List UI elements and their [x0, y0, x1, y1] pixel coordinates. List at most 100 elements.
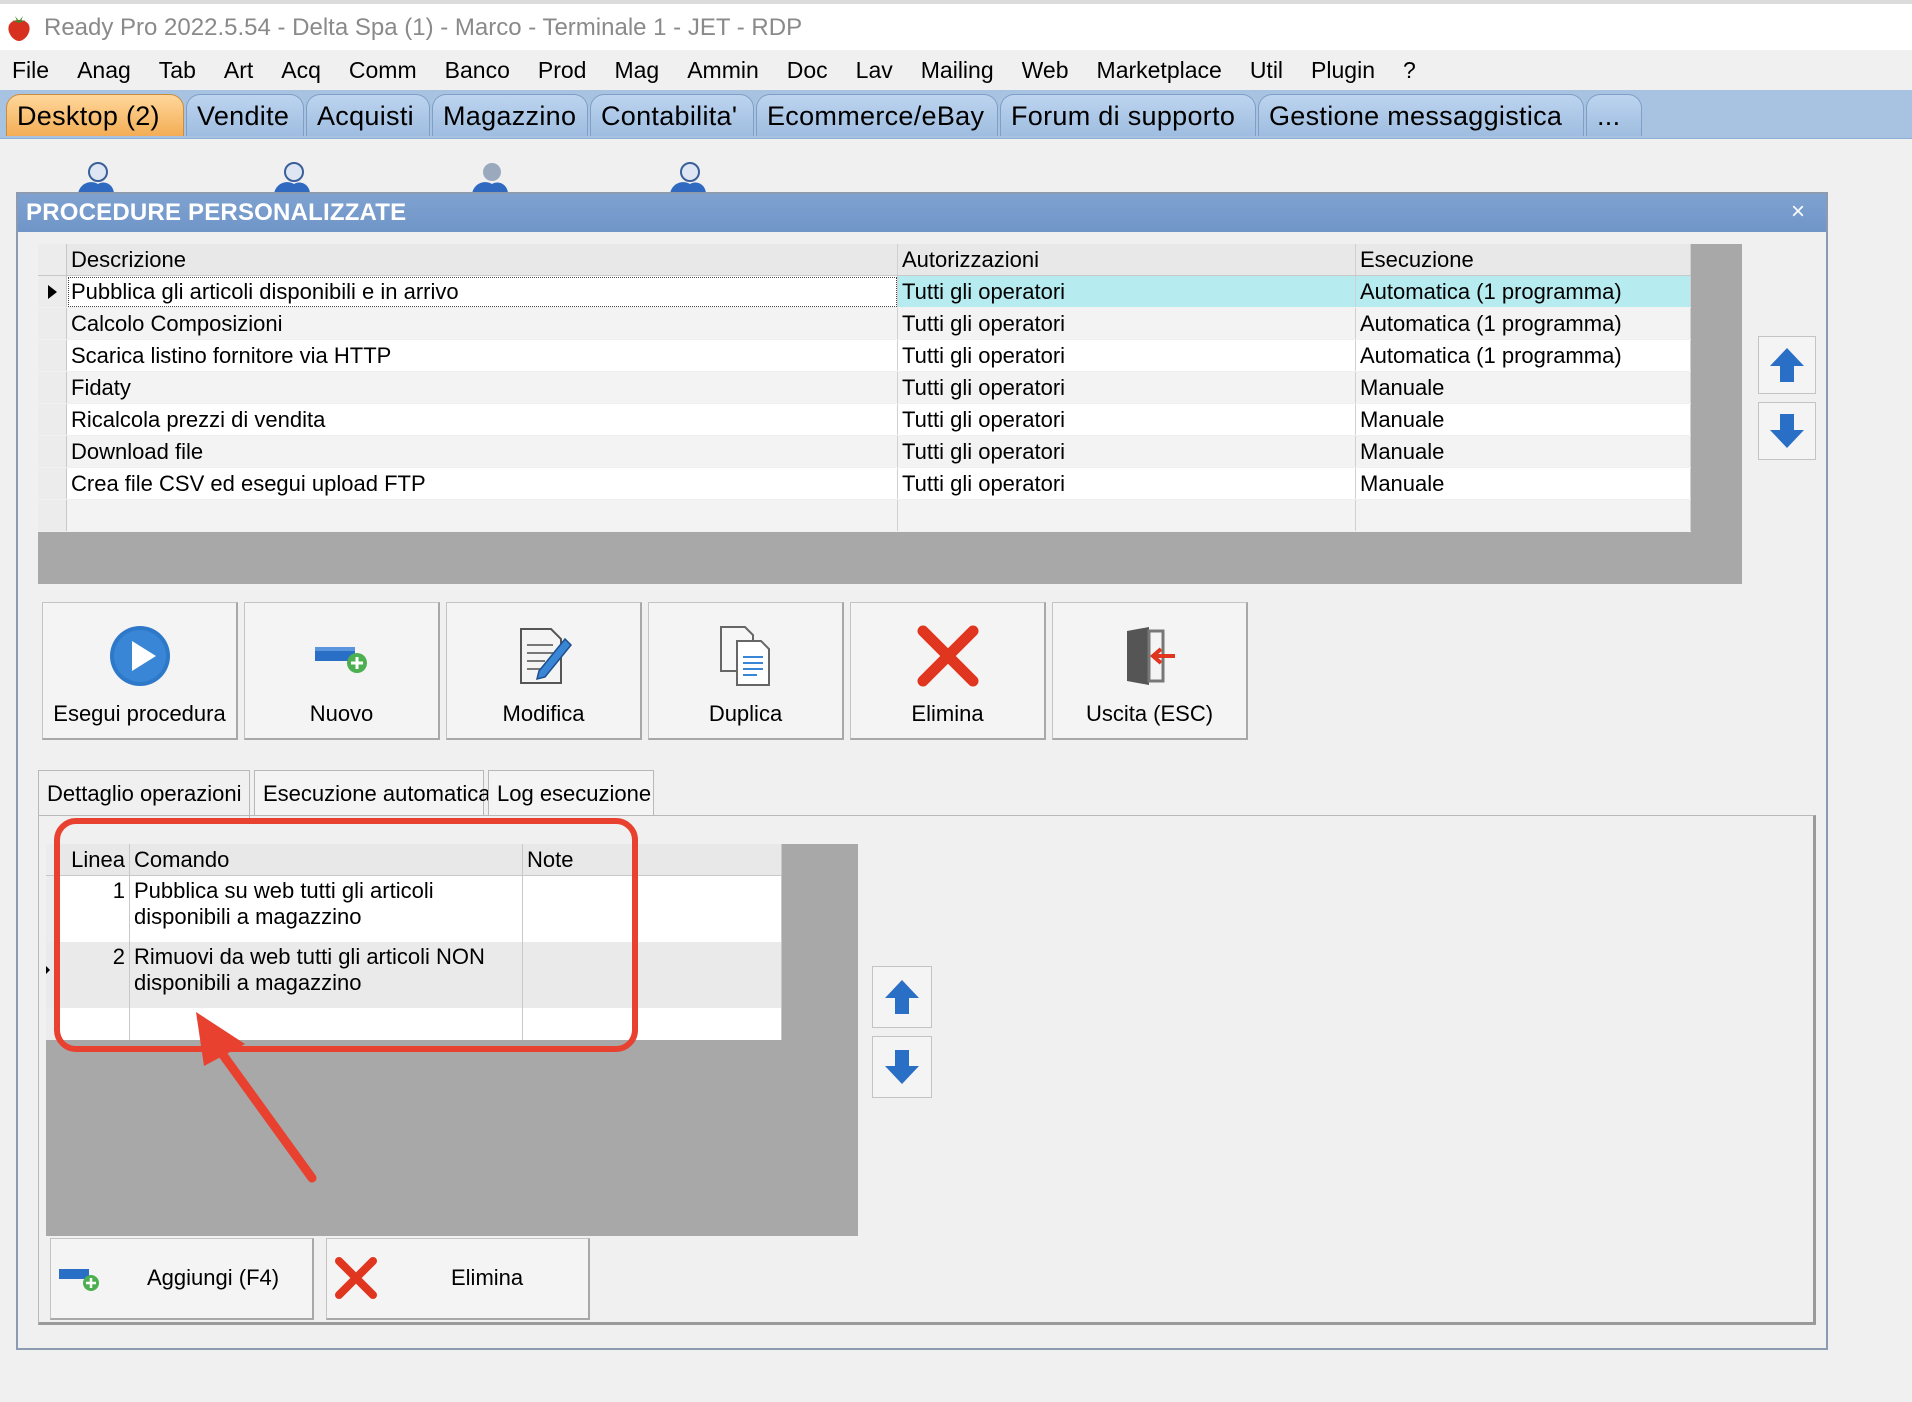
- current-row-arrow-icon: [48, 284, 57, 299]
- menu-tab[interactable]: Tab: [145, 57, 210, 84]
- table-row[interactable]: Scarica listino fornitore via HTTP Tutti…: [38, 339, 1691, 372]
- menu-art[interactable]: Art: [210, 57, 267, 84]
- close-icon[interactable]: ×: [1784, 198, 1812, 226]
- tab-contabilita[interactable]: Contabilita': [590, 94, 754, 136]
- move-down-button[interactable]: [1758, 402, 1816, 460]
- table-row[interactable]: Pubblica gli articoli disponibili e in a…: [38, 275, 1691, 308]
- cell-descrizione[interactable]: Pubblica gli articoli disponibili e in a…: [66, 275, 898, 308]
- user-icon[interactable]: [272, 160, 312, 194]
- cell-esecuzione[interactable]: Manuale: [1355, 467, 1691, 500]
- run-procedure-button[interactable]: Esegui procedura: [42, 602, 238, 740]
- annotation-highlight-box: [54, 818, 638, 1052]
- menu-prod[interactable]: Prod: [524, 57, 601, 84]
- ops-move-up-button[interactable]: [872, 966, 932, 1028]
- row-indicator: [38, 339, 67, 372]
- menu-mailing[interactable]: Mailing: [907, 57, 1008, 84]
- menu-doc[interactable]: Doc: [773, 57, 842, 84]
- menu-acq[interactable]: Acq: [267, 57, 335, 84]
- user-icon[interactable]: [668, 160, 708, 194]
- menu-util[interactable]: Util: [1236, 57, 1297, 84]
- tab-esecuzione-automatica[interactable]: Esecuzione automatica: [254, 770, 490, 816]
- column-header-esecuzione[interactable]: Esecuzione: [1355, 244, 1691, 276]
- menu-lav[interactable]: Lav: [842, 57, 907, 84]
- table-row-empty[interactable]: [38, 499, 1691, 532]
- menu-comm[interactable]: Comm: [335, 57, 431, 84]
- cell-esecuzione[interactable]: Automatica (1 programma): [1355, 307, 1691, 340]
- row-indicator: [38, 467, 67, 500]
- arrow-up-icon: [885, 980, 919, 1014]
- delete-button[interactable]: Elimina: [850, 602, 1046, 740]
- tab-dettaglio-operazioni[interactable]: Dettaglio operazioni: [38, 770, 250, 818]
- cell-descrizione[interactable]: Calcolo Composizioni: [66, 307, 898, 340]
- tab-vendite[interactable]: Vendite: [186, 94, 304, 136]
- menu-banco[interactable]: Banco: [431, 57, 524, 84]
- cell-descrizione[interactable]: Fidaty: [66, 371, 898, 404]
- cell-descrizione[interactable]: Download file: [66, 435, 898, 468]
- add-icon: [314, 647, 367, 673]
- procedures-toolbar: Esegui procedura Nuovo Modifica Duplica …: [42, 602, 1272, 742]
- menu-ammin[interactable]: Ammin: [673, 57, 773, 84]
- tab-gestione-messaggistica[interactable]: Gestione messaggistica: [1258, 94, 1584, 136]
- menu-help[interactable]: ?: [1389, 57, 1430, 84]
- cell-autorizzazioni[interactable]: Tutti gli operatori: [897, 339, 1356, 372]
- table-row[interactable]: Download file Tutti gli operatori Manual…: [38, 435, 1691, 468]
- cell-esecuzione[interactable]: Manuale: [1355, 435, 1691, 468]
- cell-esecuzione[interactable]: Automatica (1 programma): [1355, 275, 1691, 308]
- tab-forum-supporto[interactable]: Forum di supporto: [1000, 94, 1256, 136]
- duplicate-icon: [719, 626, 770, 686]
- menu-plugin[interactable]: Plugin: [1297, 57, 1389, 84]
- ops-move-down-button[interactable]: [872, 1036, 932, 1098]
- edit-document-icon: [519, 628, 572, 684]
- tab-magazzino[interactable]: Magazzino: [432, 94, 588, 136]
- duplicate-label: Duplica: [708, 701, 783, 726]
- table-row[interactable]: Crea file CSV ed esegui upload FTP Tutti…: [38, 467, 1691, 500]
- user-icon[interactable]: [470, 160, 510, 194]
- edit-button[interactable]: Modifica: [446, 602, 642, 740]
- move-up-button[interactable]: [1758, 336, 1816, 394]
- tab-ecommerce-ebay[interactable]: Ecommerce/eBay: [756, 94, 998, 136]
- strawberry-icon: [8, 16, 30, 41]
- add-operation-button[interactable]: Aggiungi (F4): [50, 1238, 314, 1320]
- cell-esecuzione[interactable]: Manuale: [1355, 371, 1691, 404]
- cell-autorizzazioni[interactable]: Tutti gli operatori: [897, 307, 1356, 340]
- cell-descrizione[interactable]: Ricalcola prezzi di vendita: [66, 403, 898, 436]
- play-icon: [109, 626, 170, 686]
- row-indicator: [38, 371, 67, 404]
- tab-desktop[interactable]: Desktop (2): [6, 94, 184, 136]
- delete-x-icon: [917, 625, 978, 687]
- cell-esecuzione[interactable]: Manuale: [1355, 403, 1691, 436]
- add-operation-label: Aggiungi (F4): [147, 1265, 280, 1290]
- user-icon[interactable]: [76, 160, 116, 194]
- edit-label: Modifica: [502, 701, 585, 726]
- delete-operation-button[interactable]: Elimina: [326, 1238, 590, 1320]
- tab-acquisti[interactable]: Acquisti: [306, 94, 430, 136]
- cell-autorizzazioni[interactable]: Tutti gli operatori: [897, 275, 1356, 308]
- row-indicator: [38, 244, 67, 276]
- column-header-descrizione[interactable]: Descrizione: [66, 244, 898, 276]
- table-row[interactable]: Calcolo Composizioni Tutti gli operatori…: [38, 307, 1691, 340]
- arrow-up-icon: [1770, 348, 1804, 382]
- menu-file[interactable]: File: [0, 57, 63, 84]
- tab-more[interactable]: ...: [1586, 94, 1642, 136]
- cell-descrizione[interactable]: Scarica listino fornitore via HTTP: [66, 339, 898, 372]
- table-row[interactable]: Ricalcola prezzi di vendita Tutti gli op…: [38, 403, 1691, 436]
- duplicate-button[interactable]: Duplica: [648, 602, 844, 740]
- cell-autorizzazioni[interactable]: Tutti gli operatori: [897, 403, 1356, 436]
- menu-mag[interactable]: Mag: [600, 57, 673, 84]
- menu-web[interactable]: Web: [1008, 57, 1083, 84]
- menu-marketplace[interactable]: Marketplace: [1083, 57, 1236, 84]
- table-row[interactable]: Fidaty Tutti gli operatori Manuale: [38, 371, 1691, 404]
- new-button[interactable]: Nuovo: [244, 602, 440, 740]
- dialog-title: PROCEDURE PERSONALIZZATE: [18, 194, 1826, 232]
- cell-autorizzazioni[interactable]: Tutti gli operatori: [897, 467, 1356, 500]
- tab-log-esecuzione[interactable]: Log esecuzione: [488, 770, 654, 816]
- cell-descrizione[interactable]: Crea file CSV ed esegui upload FTP: [66, 467, 898, 500]
- exit-door-icon: [1126, 627, 1175, 685]
- column-header-autorizzazioni[interactable]: Autorizzazioni: [897, 244, 1356, 276]
- exit-button[interactable]: Uscita (ESC): [1052, 602, 1248, 740]
- current-row-arrow-icon: [46, 966, 50, 974]
- cell-autorizzazioni[interactable]: Tutti gli operatori: [897, 371, 1356, 404]
- menu-anag[interactable]: Anag: [63, 57, 145, 84]
- cell-esecuzione[interactable]: Automatica (1 programma): [1355, 339, 1691, 372]
- cell-autorizzazioni[interactable]: Tutti gli operatori: [897, 435, 1356, 468]
